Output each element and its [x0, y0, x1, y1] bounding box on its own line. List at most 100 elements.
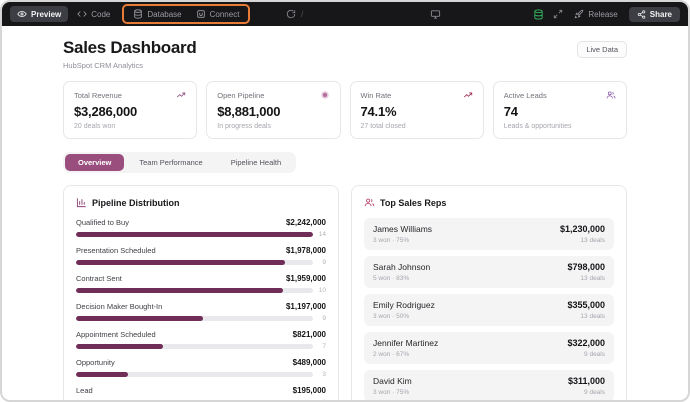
stage-bar-fill — [76, 260, 285, 265]
stage-count: 10 — [317, 287, 326, 294]
stage-count: 9 — [317, 315, 326, 322]
kpi-card: Open Pipeline $8,881,000 In progress dea… — [206, 81, 340, 139]
monitor-icon[interactable] — [430, 9, 441, 20]
live-data-badge: Live Data — [577, 41, 627, 58]
stage-bar-track — [76, 316, 313, 321]
sales-rep-row: Emily Rodriguez 3 won · 50% $355,000 13 … — [364, 294, 614, 326]
kpi-card: Total Revenue $3,286,000 20 deals won — [63, 81, 197, 139]
rep-name: Sarah Johnson — [373, 262, 430, 272]
trending-up-icon — [463, 90, 473, 100]
code-button[interactable]: Code — [70, 6, 117, 22]
rep-value: $355,000 — [567, 300, 605, 310]
target-icon — [320, 90, 330, 100]
stage-label: Presentation Scheduled — [76, 246, 156, 255]
kpi-sub: In progress deals — [217, 123, 329, 130]
rep-sub: 3 won · 50% — [373, 313, 435, 320]
kpi-value: 74.1% — [361, 104, 473, 119]
rep-deals: 9 deals — [567, 351, 605, 358]
kpi-card: Active Leads 74 Leads & opportunities — [493, 81, 627, 139]
sales-rep-row: David Kim 3 won · 75% $311,000 9 deals — [364, 370, 614, 402]
page-header: Sales Dashboard HubSpot CRM Analytics Li… — [63, 38, 627, 70]
kpi-value: 74 — [504, 104, 616, 119]
stage-bar-track — [76, 232, 313, 237]
stage-bar-track — [76, 372, 313, 377]
sales-rep-row: James Williams 3 won · 75% $1,230,000 13… — [364, 218, 614, 250]
stage-label: Decision Maker Bought-In — [76, 302, 162, 311]
tab[interactable]: Overview — [65, 154, 124, 171]
share-button[interactable]: Share — [629, 7, 680, 22]
rep-value: $322,000 — [567, 338, 605, 348]
code-label: Code — [91, 10, 110, 19]
rep-sub: 3 won · 75% — [373, 389, 412, 396]
rep-sub: 3 won · 75% — [373, 237, 432, 244]
refresh-icon[interactable] — [286, 9, 296, 19]
kpi-label: Win Rate — [361, 91, 392, 100]
preview-button[interactable]: Preview — [10, 6, 68, 22]
stage-bar-track — [76, 288, 313, 293]
stage-bar-fill — [76, 288, 283, 293]
stage-bar-fill — [76, 344, 163, 349]
rep-deals: 13 deals — [567, 313, 605, 320]
share-label: Share — [650, 10, 672, 19]
database-label: Database — [147, 10, 181, 19]
stage-label: Lead — [76, 386, 93, 395]
pipeline-stage-row: Appointment Scheduled $821,000 7 — [76, 330, 326, 350]
tab-bar: OverviewTeam PerformancePipeline Health — [63, 152, 296, 173]
stage-value: $1,197,000 — [286, 302, 326, 311]
users-icon — [606, 90, 616, 100]
toolbar-left-group: Preview Code Database — [10, 4, 250, 24]
rep-name: David Kim — [373, 376, 412, 386]
code-icon — [77, 9, 87, 19]
rep-value: $1,230,000 — [560, 224, 605, 234]
release-button[interactable]: Release — [572, 6, 619, 22]
pipeline-panel-title: Pipeline Distribution — [92, 198, 180, 208]
rep-deals: 13 deals — [560, 237, 605, 244]
pipeline-stage-row: Decision Maker Bought-In $1,197,000 9 — [76, 302, 326, 322]
pipeline-stage-row: Contract Sent $1,959,000 10 — [76, 274, 326, 294]
stage-value: $489,000 — [293, 358, 326, 367]
sales-rep-row: Jennifer Martinez 2 won · 67% $322,000 9… — [364, 332, 614, 364]
toolbar-path-group: / — [286, 2, 304, 26]
kpi-sub: Leads & opportunities — [504, 123, 616, 130]
pipeline-stage-row: Opportunity $489,000 3 — [76, 358, 326, 378]
share-icon — [637, 10, 646, 19]
rep-deals: 9 deals — [568, 389, 605, 396]
pipeline-distribution-panel: Pipeline Distribution Qualified to Buy $… — [63, 185, 339, 402]
annotation-highlight-box: Database Connect — [122, 4, 250, 24]
stage-count: 3 — [317, 371, 326, 378]
release-label: Release — [588, 10, 617, 19]
dashboard-content: Sales Dashboard HubSpot CRM Analytics Li… — [63, 26, 627, 402]
stage-bar-fill — [76, 372, 128, 377]
plug-icon — [196, 9, 206, 19]
stage-label: Contract Sent — [76, 274, 122, 283]
users-icon — [364, 197, 375, 208]
rep-deals: 13 deals — [567, 275, 605, 282]
reps-panel-title: Top Sales Reps — [380, 198, 446, 208]
kpi-label: Total Revenue — [74, 91, 122, 100]
expand-icon[interactable] — [553, 9, 563, 19]
stage-count: 7 — [317, 343, 326, 350]
connect-button[interactable]: Connect — [189, 6, 247, 22]
kpi-value: $8,881,000 — [217, 104, 329, 119]
tab[interactable]: Team Performance — [126, 154, 215, 171]
app-window: Preview Code Database — [0, 0, 690, 402]
path-separator: / — [301, 9, 304, 19]
top-sales-reps-panel: Top Sales Reps James Williams 3 won · 75… — [351, 185, 627, 402]
rep-sub: 2 won · 67% — [373, 351, 438, 358]
panels-row: Pipeline Distribution Qualified to Buy $… — [63, 185, 627, 402]
pipeline-stage-row: Qualified to Buy $2,242,000 14 — [76, 218, 326, 238]
stage-label: Appointment Scheduled — [76, 330, 156, 339]
stage-bar-fill — [76, 232, 313, 237]
rocket-icon — [574, 9, 584, 19]
stage-label: Opportunity — [76, 358, 115, 367]
stage-bar-track — [76, 344, 313, 349]
stage-bar-track — [76, 260, 313, 265]
tab[interactable]: Pipeline Health — [218, 154, 294, 171]
pipeline-stage-row: Presentation Scheduled $1,978,000 9 — [76, 246, 326, 266]
trending-up-icon — [176, 90, 186, 100]
database-button[interactable]: Database — [126, 6, 188, 22]
database-icon — [133, 9, 143, 19]
stage-count: 9 — [317, 259, 326, 266]
kpi-row: Total Revenue $3,286,000 20 deals won Op… — [63, 81, 627, 139]
database-status-icon[interactable] — [533, 9, 544, 20]
